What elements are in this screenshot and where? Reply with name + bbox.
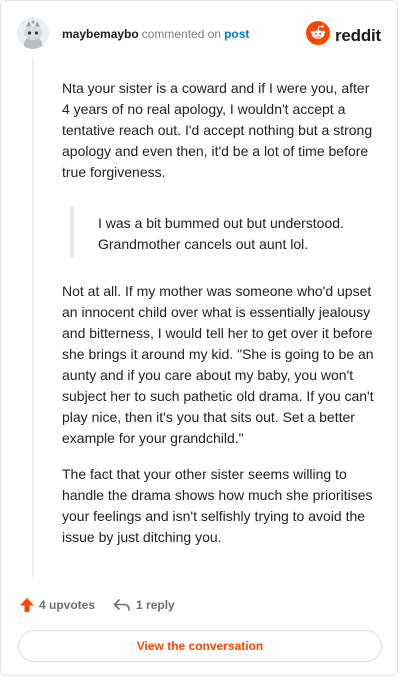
comment-paragraph: The fact that your other sister seems wi… — [62, 466, 373, 545]
reddit-wordmark: reddit — [334, 25, 381, 45]
username-link[interactable]: maybemaybo — [62, 27, 139, 41]
blockquote: I was a bit bummed out but understood. G… — [70, 207, 380, 257]
comment-paragraph: Nta your sister is a coward and if I wer… — [62, 80, 373, 180]
upvote-arrow-icon — [19, 597, 35, 613]
view-conversation-button[interactable]: View the conversation — [18, 630, 382, 662]
comment-body: Nta your sister is a coward and if I wer… — [62, 78, 380, 548]
comment-actions: 4 upvotes 1 reply — [19, 597, 175, 613]
reply-icon — [113, 598, 131, 612]
comment-paragraph: Not at all. If my mother was someone who… — [62, 283, 374, 446]
reply-button[interactable]: 1 reply — [113, 598, 175, 612]
post-link[interactable]: post — [224, 27, 249, 41]
upvote-count: 4 upvotes — [39, 598, 96, 612]
reply-count: 1 reply — [136, 598, 175, 612]
avatar[interactable] — [17, 17, 49, 49]
comment-card: maybemaybo commented on post reddit Nta yo… — [0, 0, 398, 676]
upvote-button[interactable]: 4 upvotes — [19, 597, 95, 613]
quote-text: I was a bit bummed out but understood. G… — [98, 215, 344, 252]
comment-header: maybemaybo commented on post — [62, 26, 249, 42]
reddit-logo-icon — [305, 21, 330, 50]
thread-line — [32, 57, 34, 577]
action-text: commented on — [141, 27, 222, 41]
reddit-logo[interactable]: reddit — [305, 21, 381, 50]
